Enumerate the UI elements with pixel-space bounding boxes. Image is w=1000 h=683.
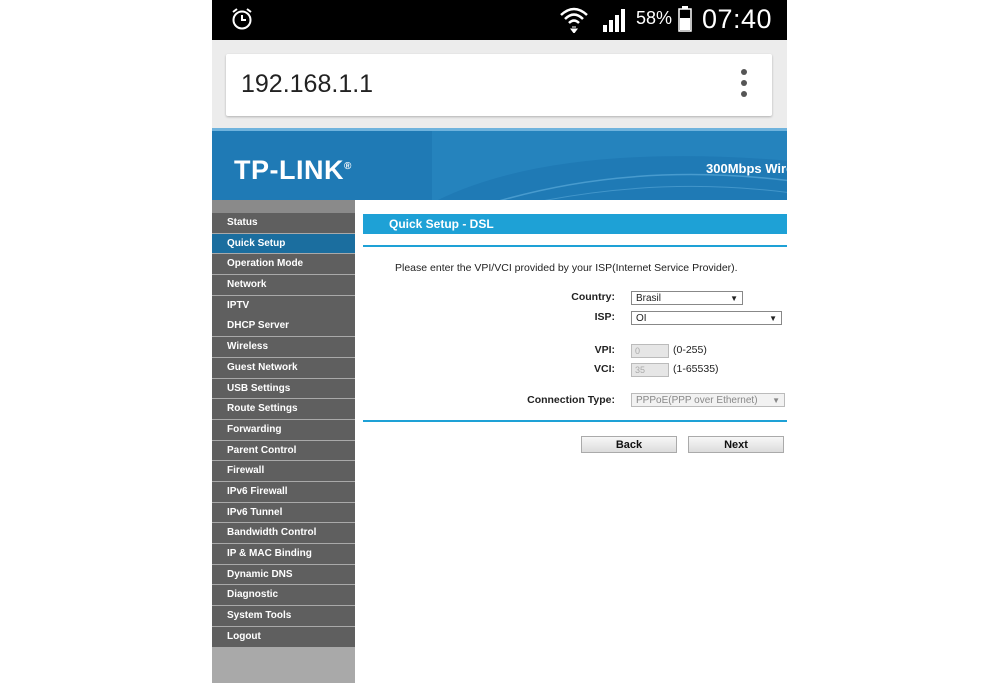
sidebar-item-status[interactable]: Status [212,213,355,233]
sidebar-item-bandwidth-control[interactable]: Bandwidth Control [212,523,355,544]
sidebar-item-forwarding[interactable]: Forwarding [212,419,355,440]
router-model: 300Mbps Wire [706,161,787,176]
chevron-down-icon: ▼ [730,294,738,303]
sidebar: Status Quick Setup Operation Mode Network IP… [212,200,355,683]
status-bar: 58% 07:40 [212,0,787,40]
sidebar-item-ipv6-firewall[interactable]: IPv6 Firewall [212,481,355,502]
sidebar-item-system-tools[interactable]: System Tools [212,606,355,626]
router-page: TP-LINK® 300Mbps Wire Status Quick Setup O… [212,128,787,683]
tp-link-logo: TP-LINK® [234,155,352,185]
more-vert-icon[interactable] [740,69,748,99]
sidebar-item-firewall[interactable]: Firewall [212,461,355,482]
country-select[interactable]: Brasil ▼ [631,291,743,305]
chevron-down-icon: ▼ [772,396,780,405]
sidebar-top-spacer [212,200,355,213]
divider [363,245,787,247]
isp-select[interactable]: OI ▼ [631,311,782,325]
country-label: Country: [571,291,615,303]
sidebar-item-iptv[interactable]: IPTV [212,295,355,316]
main-content: Quick Setup - DSL Please enter the VPI/V… [355,200,787,683]
sidebar-item-quick-setup[interactable]: Quick Setup [212,233,355,254]
battery-percent: 58% [636,8,673,28]
sidebar-item-parent-control[interactable]: Parent Control [212,440,355,461]
section-title: Quick Setup - DSL [363,214,787,234]
divider [363,420,787,422]
vpi-label: VPI: [594,344,615,356]
signal-icon [603,9,625,32]
sidebar-item-logout[interactable]: Logout [212,626,355,647]
sidebar-item-dhcp-server[interactable]: DHCP Server [212,316,355,337]
battery-icon [678,6,692,32]
sidebar-item-operation-mode[interactable]: Operation Mode [212,254,355,275]
vpi-input[interactable]: 0 [631,344,669,358]
url-text: 192.168.1.1 [241,70,374,98]
isp-label: ISP: [594,311,615,323]
router-header: TP-LINK® 300Mbps Wire [212,128,787,200]
sidebar-item-dynamic-dns[interactable]: Dynamic DNS [212,564,355,585]
vci-hint: (1-65535) [673,363,719,375]
alarm-icon [232,8,252,30]
url-field[interactable]: 192.168.1.1 [226,54,772,116]
sidebar-item-guest-network[interactable]: Guest Network [212,357,355,378]
sidebar-item-route-settings[interactable]: Route Settings [212,399,355,419]
vci-label: VCI: [594,363,615,375]
back-button[interactable]: Back [581,436,677,453]
phone-screen: 58% 07:40 192.168.1.1 TP-LINK® 300Mbps W… [212,0,787,683]
vpi-hint: (0-255) [673,344,707,356]
sidebar-item-ip-mac-binding[interactable]: IP & MAC Binding [212,544,355,564]
connection-type-label: Connection Type: [527,394,615,406]
vci-input[interactable]: 35 [631,363,669,377]
next-button[interactable]: Next [688,436,784,453]
sidebar-item-usb-settings[interactable]: USB Settings [212,378,355,399]
wifi-icon [560,7,588,33]
sidebar-item-network[interactable]: Network [212,275,355,295]
sidebar-item-wireless[interactable]: Wireless [212,337,355,357]
chevron-down-icon: ▼ [769,314,777,323]
sidebar-item-diagnostic[interactable]: Diagnostic [212,585,355,606]
instruction-text: Please enter the VPI/VCI provided by you… [395,262,738,274]
clock: 07:40 [702,4,773,34]
sidebar-item-ipv6-tunnel[interactable]: IPv6 Tunnel [212,502,355,523]
browser-toolbar: 192.168.1.1 [212,40,787,128]
connection-type-select[interactable]: PPPoE(PPP over Ethernet) ▼ [631,393,785,407]
